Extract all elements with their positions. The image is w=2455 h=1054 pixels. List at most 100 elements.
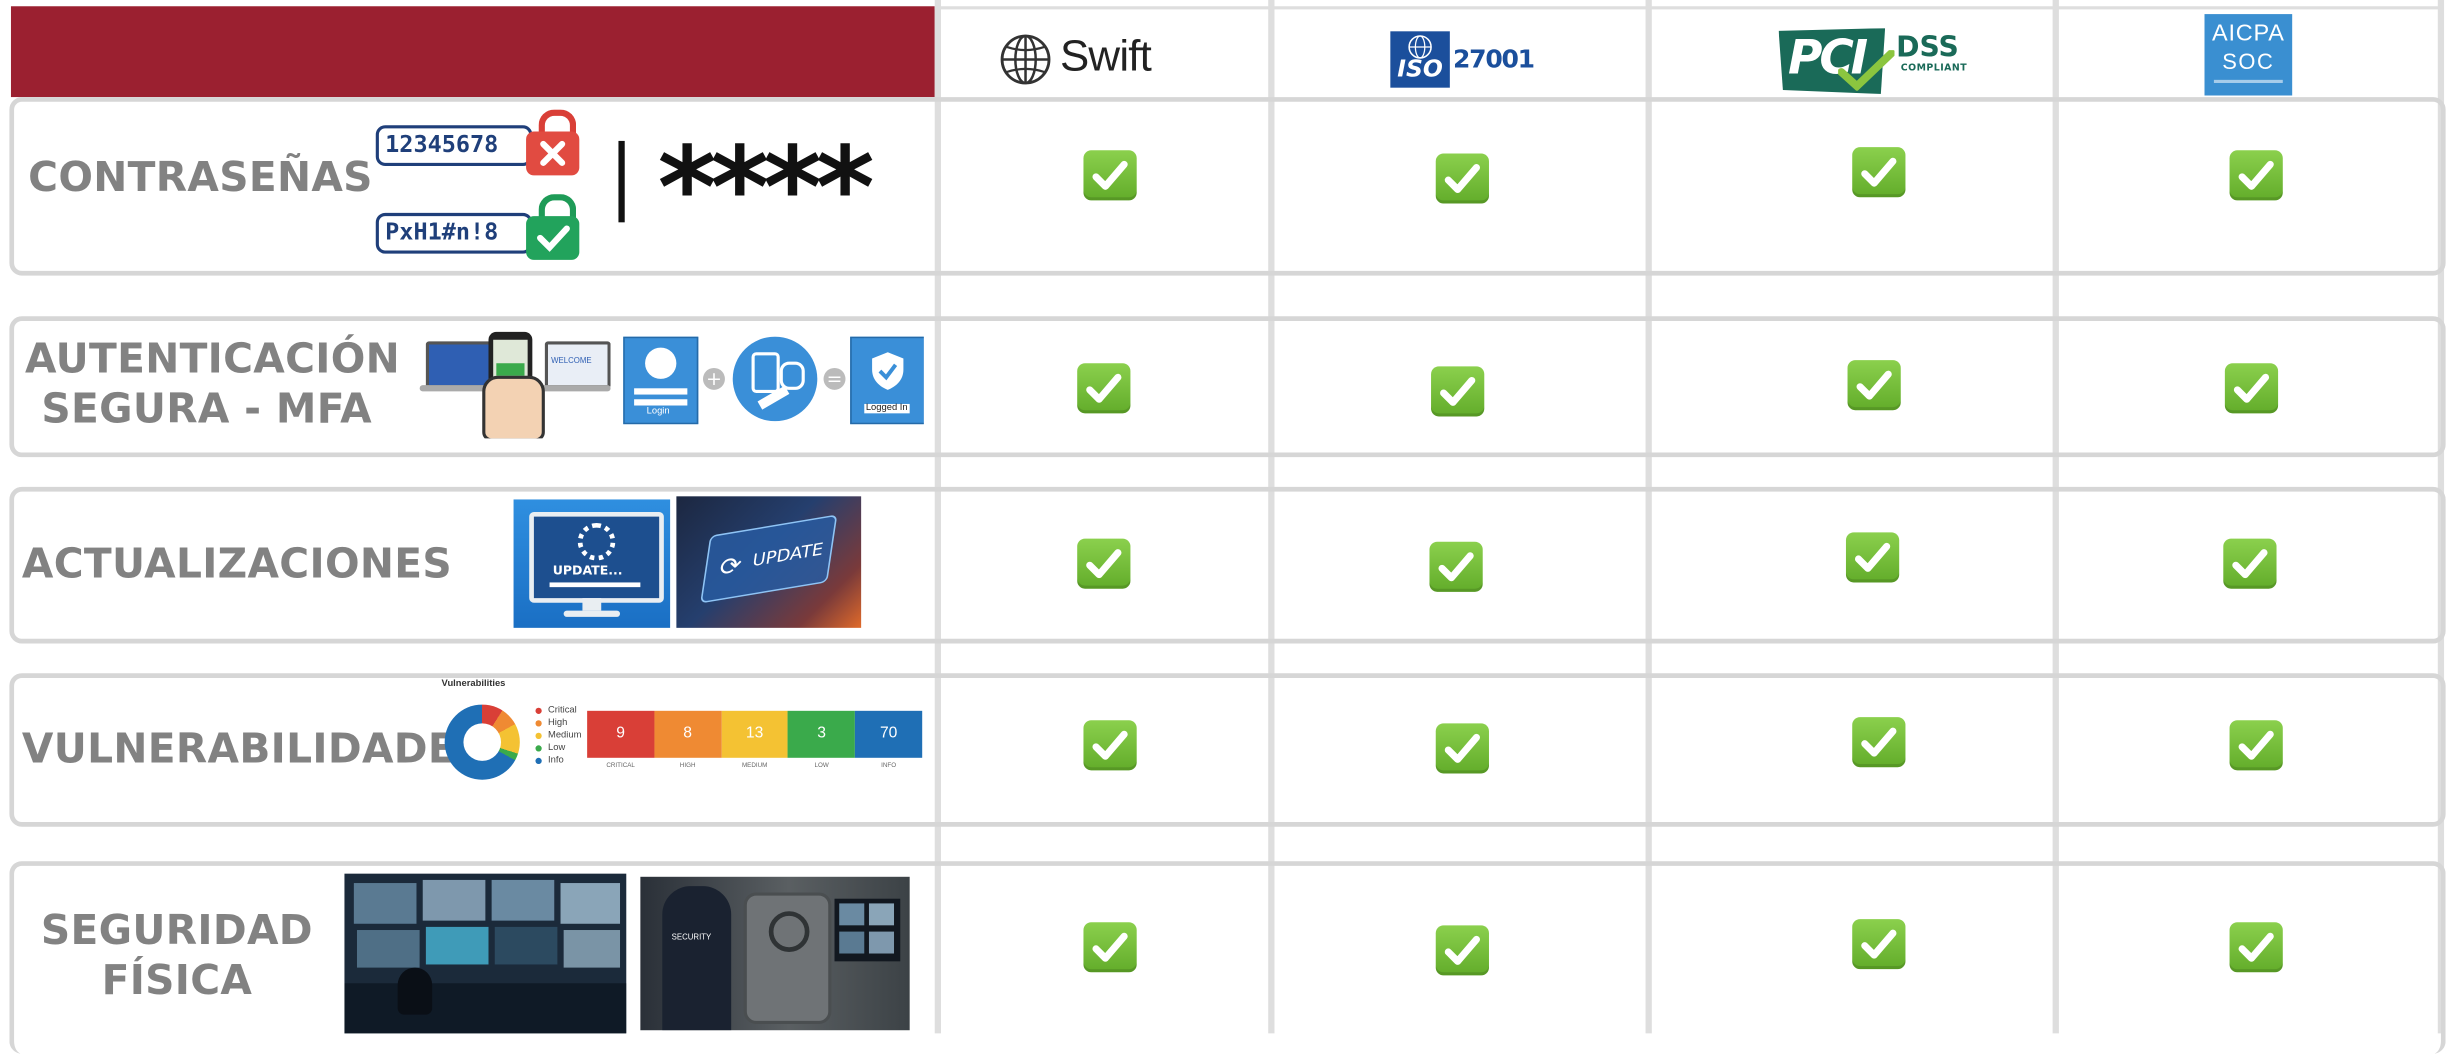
checkmark-icon bbox=[2229, 720, 2283, 771]
plus-icon: + bbox=[702, 367, 725, 390]
pci-compliant-text: COMPLIANT bbox=[1900, 62, 1968, 74]
checkmark-icon bbox=[2223, 538, 2277, 589]
update-keyboard-image: ⟳ UPDATE bbox=[676, 496, 862, 628]
swift-logo: Swift bbox=[999, 31, 1171, 87]
check-swoosh-icon bbox=[1838, 50, 1895, 91]
row-label-updates: ACTUALIZACIONES bbox=[21, 541, 453, 589]
monitor-icon: UPDATE... bbox=[529, 511, 664, 603]
vulnerability-count-low: 3 bbox=[788, 710, 856, 758]
refresh-icon: ⟳ bbox=[717, 552, 744, 583]
masked-password: **** bbox=[657, 122, 875, 254]
vulnerability-count-info: 70 bbox=[855, 710, 923, 758]
login-label: Login bbox=[646, 407, 670, 417]
checkmark-icon bbox=[1083, 922, 1137, 973]
checkmark-icon bbox=[1435, 925, 1489, 976]
vulnerability-count-label: HIGH bbox=[679, 760, 696, 769]
legend-label: Medium bbox=[547, 731, 582, 741]
soc-text: SOC bbox=[2222, 48, 2275, 74]
checkmark-icon bbox=[2229, 150, 2283, 201]
vulnerability-counts: 9 CRITICAL 8 HIGH 13 MEDIUM 3 LOW 70 INFO bbox=[587, 710, 923, 774]
legend-item: Critical bbox=[535, 705, 581, 718]
row-label-passwords: CONTRASEÑAS bbox=[28, 155, 373, 202]
operator-silhouette bbox=[397, 967, 433, 1015]
aicpa-soc-logo: AICPA SOC bbox=[2204, 14, 2293, 96]
checkmark-icon bbox=[1083, 150, 1137, 201]
legend-dot bbox=[535, 745, 542, 752]
hand-icon bbox=[482, 375, 545, 439]
green-lock-icon bbox=[526, 194, 580, 263]
header-top-line bbox=[934, 6, 2441, 10]
security-guard-image: SECURITY bbox=[640, 876, 910, 1031]
pci-dss-logo: PCI DSS COMPLIANT bbox=[1778, 28, 1968, 97]
checkmark-icon bbox=[1852, 919, 1906, 970]
aicpa-fine-print bbox=[2213, 79, 2283, 83]
red-lock-icon bbox=[526, 109, 580, 179]
checkmark-icon bbox=[1852, 717, 1906, 768]
keyboard-update-text: UPDATE bbox=[751, 539, 825, 571]
legend-label: Low bbox=[547, 743, 566, 754]
donut-chart bbox=[444, 704, 520, 780]
shield-check-icon bbox=[872, 352, 904, 390]
strong-password-text: PxH1#n!8 bbox=[385, 217, 499, 246]
checkmark-icon bbox=[1431, 366, 1485, 417]
row-label-mfa: AUTENTICACIÓN SEGURA - MFA bbox=[25, 335, 401, 435]
monitor-update-text: UPDATE... bbox=[552, 563, 623, 578]
weak-password-field: 12345678 bbox=[375, 125, 533, 166]
vulnerability-count-critical: 9 bbox=[587, 710, 655, 758]
strong-password-field: PxH1#n!8 bbox=[375, 212, 533, 254]
iso-badge-text: ISO bbox=[1397, 54, 1443, 83]
checkmark-icon bbox=[1077, 538, 1131, 589]
vulnerabilities-title: Vulnerabilities bbox=[441, 679, 506, 689]
row-label-physical: SEGURIDAD FÍSICA bbox=[38, 907, 317, 1007]
vault-door bbox=[743, 892, 832, 1024]
row-label-mfa-line-1: AUTENTICACIÓN bbox=[25, 336, 401, 384]
legend-item: High bbox=[535, 717, 581, 730]
equals-icon: = bbox=[823, 367, 846, 390]
row-label-mfa-line-2: SEGURA - MFA bbox=[41, 386, 372, 434]
welcome-text: WELCOME bbox=[551, 356, 592, 367]
checkmark-icon bbox=[1852, 147, 1906, 198]
mfa-formula-illustration: Login + = Logged In bbox=[623, 336, 924, 425]
row-label-physical-line-2: FÍSICA bbox=[101, 958, 253, 1006]
header-banner bbox=[10, 6, 935, 98]
row-label-vulnerabilities: VULNERABILIDADES bbox=[21, 726, 486, 774]
password-strength-illustration: 12345678 PxH1#n!8 bbox=[373, 106, 592, 266]
logged-in-label: Logged In bbox=[864, 403, 910, 414]
laptop-right-icon: WELCOME bbox=[544, 341, 611, 389]
iso-27001-logo: ISO 27001 bbox=[1390, 31, 1535, 88]
row-label-physical-line-1: SEGURIDAD bbox=[40, 908, 313, 956]
legend-item: Medium bbox=[535, 730, 581, 743]
vulnerability-count-label: MEDIUM bbox=[741, 760, 768, 769]
legend-label: Info bbox=[547, 756, 564, 766]
camera-monitors bbox=[834, 898, 901, 962]
update-monitor-image: UPDATE... bbox=[513, 499, 671, 628]
guard-security-text: SECURITY bbox=[671, 933, 712, 943]
legend-dot bbox=[535, 732, 542, 740]
legend-dot bbox=[535, 707, 542, 714]
checkmark-icon bbox=[2229, 922, 2283, 973]
vulnerability-count-label: INFO bbox=[881, 760, 897, 769]
legend-label: Critical bbox=[547, 706, 577, 716]
text-cursor bbox=[618, 140, 625, 223]
vulnerability-count-medium: 13 bbox=[721, 710, 789, 758]
logged-in-card: Logged In bbox=[850, 336, 924, 425]
guard-figure: SECURITY bbox=[662, 886, 732, 1031]
surveillance-room-image bbox=[344, 873, 627, 1034]
checkmark-icon bbox=[1429, 541, 1483, 592]
checkmark-icon bbox=[1435, 723, 1489, 774]
iso-badge: ISO bbox=[1390, 31, 1450, 88]
swift-logo-text: Swift bbox=[1059, 31, 1152, 80]
legend-dot bbox=[535, 757, 542, 765]
legend-item: Info bbox=[535, 755, 581, 768]
legend-label: High bbox=[547, 718, 568, 729]
mfa-devices-illustration: WELCOME bbox=[419, 329, 611, 439]
vulnerability-count-high: 8 bbox=[654, 710, 722, 758]
weak-password-text: 12345678 bbox=[385, 129, 499, 159]
legend-dot bbox=[535, 720, 542, 727]
legend-item: Low bbox=[535, 742, 581, 755]
checkmark-icon bbox=[1847, 360, 1901, 411]
login-card: Login bbox=[623, 336, 699, 425]
checkmark-icon bbox=[1077, 363, 1131, 414]
pci-dss-text: DSS bbox=[1896, 31, 1959, 65]
second-factor-icon bbox=[732, 336, 818, 422]
